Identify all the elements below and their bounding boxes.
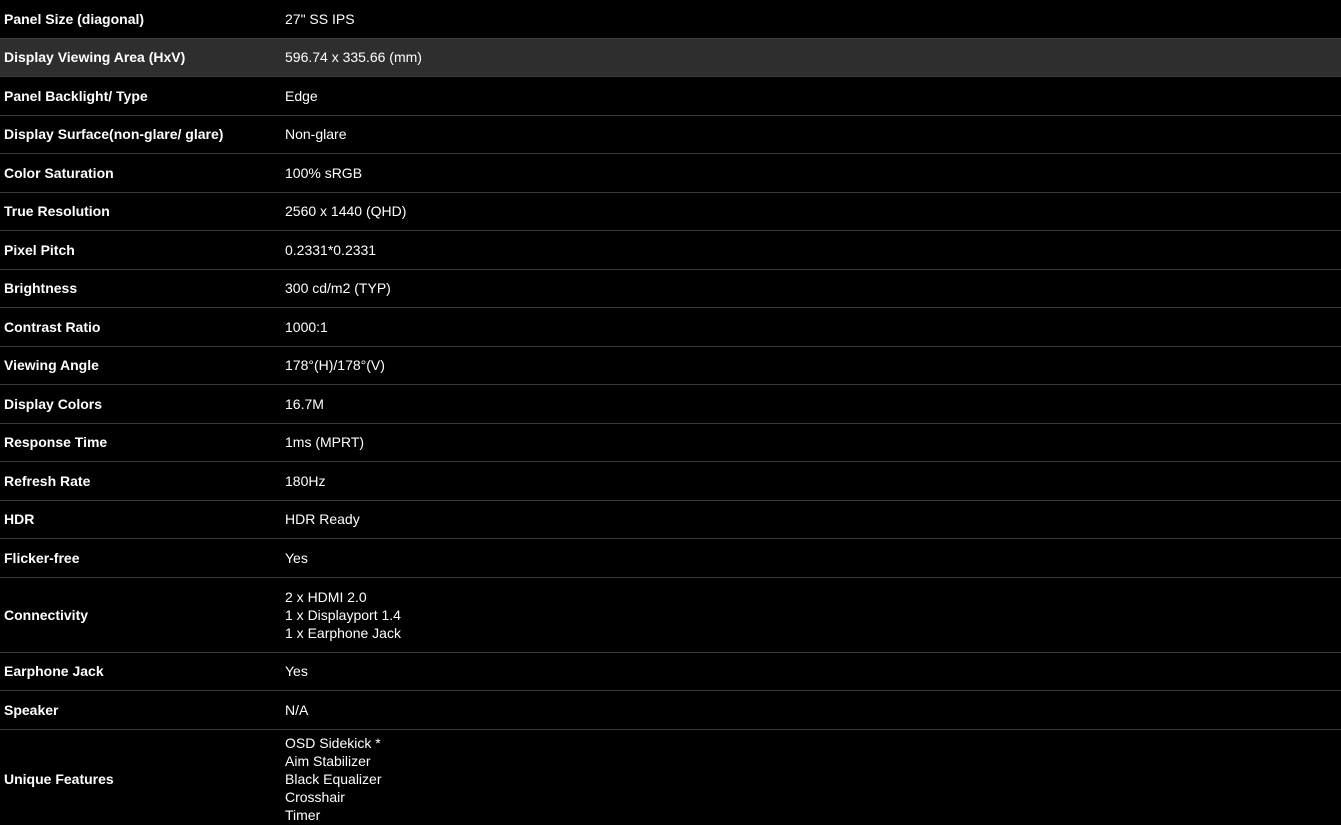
spec-value: 180Hz [280,461,1341,501]
spec-value: 1ms (MPRT) [280,423,1341,462]
spec-label: Color Saturation [0,153,280,193]
spec-label: Response Time [0,423,280,462]
spec-label: Connectivity [0,577,280,653]
spec-label: Earphone Jack [0,652,280,691]
spec-label: Display Colors [0,384,280,424]
spec-value: OSD Sidekick * Aim Stabilizer Black Equa… [280,729,1341,825]
spec-value: Yes [280,538,1341,578]
spec-value: N/A [280,690,1341,730]
spec-row-color-saturation: Color Saturation 100% sRGB [0,153,1341,193]
spec-label: HDR [0,500,280,539]
spec-label: Display Viewing Area (HxV) [0,38,280,77]
spec-value: 1000:1 [280,307,1341,347]
spec-row-contrast: Contrast Ratio 1000:1 [0,307,1341,347]
spec-row-hdr: HDR HDR Ready [0,500,1341,539]
spec-table: Panel Size (diagonal) 27" SS IPS Display… [0,0,1341,825]
spec-row-refresh-rate: Refresh Rate 180Hz [0,461,1341,501]
spec-value: 16.7M [280,384,1341,424]
spec-label: Pixel Pitch [0,230,280,270]
spec-label: Refresh Rate [0,461,280,501]
spec-row-panel-size: Panel Size (diagonal) 27" SS IPS [0,0,1341,39]
spec-value: 27" SS IPS [280,0,1341,39]
spec-row-pixel-pitch: Pixel Pitch 0.2331*0.2331 [0,230,1341,270]
spec-row-unique-features: Unique Features OSD Sidekick * Aim Stabi… [0,729,1341,825]
spec-value: Non-glare [280,115,1341,154]
spec-label: Display Surface(non-glare/ glare) [0,115,280,154]
spec-value: 596.74 x 335.66 (mm) [280,38,1341,77]
spec-row-connectivity: Connectivity 2 x HDMI 2.0 1 x Displaypor… [0,577,1341,653]
spec-value: 300 cd/m2 (TYP) [280,269,1341,308]
spec-row-backlight: Panel Backlight/ Type Edge [0,76,1341,116]
spec-row-viewing-angle: Viewing Angle 178°(H)/178°(V) [0,346,1341,385]
spec-label: True Resolution [0,192,280,231]
spec-row-display-colors: Display Colors 16.7M [0,384,1341,424]
spec-label: Brightness [0,269,280,308]
spec-value: 0.2331*0.2331 [280,230,1341,270]
spec-label: Speaker [0,690,280,730]
spec-row-viewing-area: Display Viewing Area (HxV) 596.74 x 335.… [0,38,1341,77]
spec-row-flicker-free: Flicker-free Yes [0,538,1341,578]
spec-row-brightness: Brightness 300 cd/m2 (TYP) [0,269,1341,308]
spec-row-resolution: True Resolution 2560 x 1440 (QHD) [0,192,1341,231]
spec-row-response-time: Response Time 1ms (MPRT) [0,423,1341,462]
spec-label: Panel Size (diagonal) [0,0,280,39]
spec-row-earphone-jack: Earphone Jack Yes [0,652,1341,691]
spec-label: Flicker-free [0,538,280,578]
spec-value: 2 x HDMI 2.0 1 x Displayport 1.4 1 x Ear… [280,577,1341,653]
spec-label: Panel Backlight/ Type [0,76,280,116]
spec-value: Yes [280,652,1341,691]
spec-row-speaker: Speaker N/A [0,690,1341,730]
spec-label: Viewing Angle [0,346,280,385]
spec-row-surface: Display Surface(non-glare/ glare) Non-gl… [0,115,1341,154]
spec-value: HDR Ready [280,500,1341,539]
spec-label: Unique Features [0,729,280,825]
spec-value: Edge [280,76,1341,116]
spec-table-body: Panel Size (diagonal) 27" SS IPS Display… [0,0,1341,825]
spec-value: 100% sRGB [280,153,1341,193]
spec-label: Contrast Ratio [0,307,280,347]
spec-value: 2560 x 1440 (QHD) [280,192,1341,231]
spec-value: 178°(H)/178°(V) [280,346,1341,385]
